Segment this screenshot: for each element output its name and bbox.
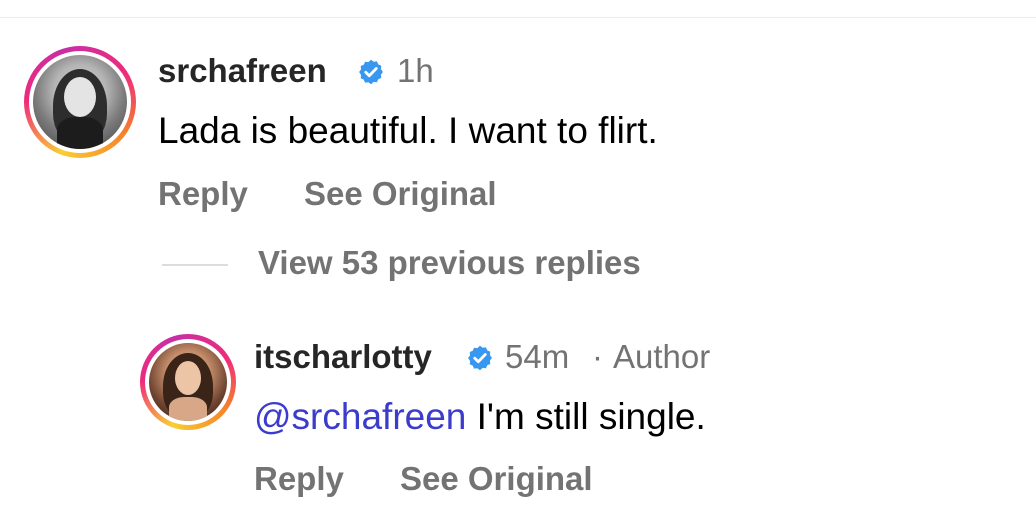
author-label: Author	[613, 338, 711, 375]
username[interactable]: itscharlotty	[254, 338, 432, 376]
timestamp: 54m	[505, 338, 570, 375]
view-previous-replies-button[interactable]: View 53 previous replies	[258, 244, 641, 282]
timestamp: 1h	[397, 52, 434, 89]
reply-button[interactable]: Reply	[254, 460, 344, 498]
see-original-button[interactable]: See Original	[400, 460, 593, 498]
replies-divider-line	[162, 264, 228, 266]
username[interactable]: srchafreen	[158, 52, 327, 90]
avatar-story-ring[interactable]	[24, 46, 136, 158]
avatar	[149, 343, 227, 421]
top-divider	[0, 17, 1036, 18]
avatar-story-ring[interactable]	[140, 334, 236, 430]
see-original-button[interactable]: See Original	[304, 175, 497, 213]
reply-button[interactable]: Reply	[158, 175, 248, 213]
meta-separator: ·	[592, 338, 603, 375]
avatar-gap	[145, 339, 231, 425]
avatar	[33, 55, 127, 149]
verified-badge-icon	[468, 345, 492, 371]
reply-body: I'm still single.	[466, 396, 706, 437]
verified-badge-icon	[359, 59, 383, 85]
reply-text: @srchafreen I'm still single.	[254, 396, 706, 438]
comment-text: Lada is beautiful. I want to flirt.	[158, 110, 658, 151]
mention-link[interactable]: @srchafreen	[254, 396, 466, 437]
avatar-gap	[29, 51, 131, 153]
